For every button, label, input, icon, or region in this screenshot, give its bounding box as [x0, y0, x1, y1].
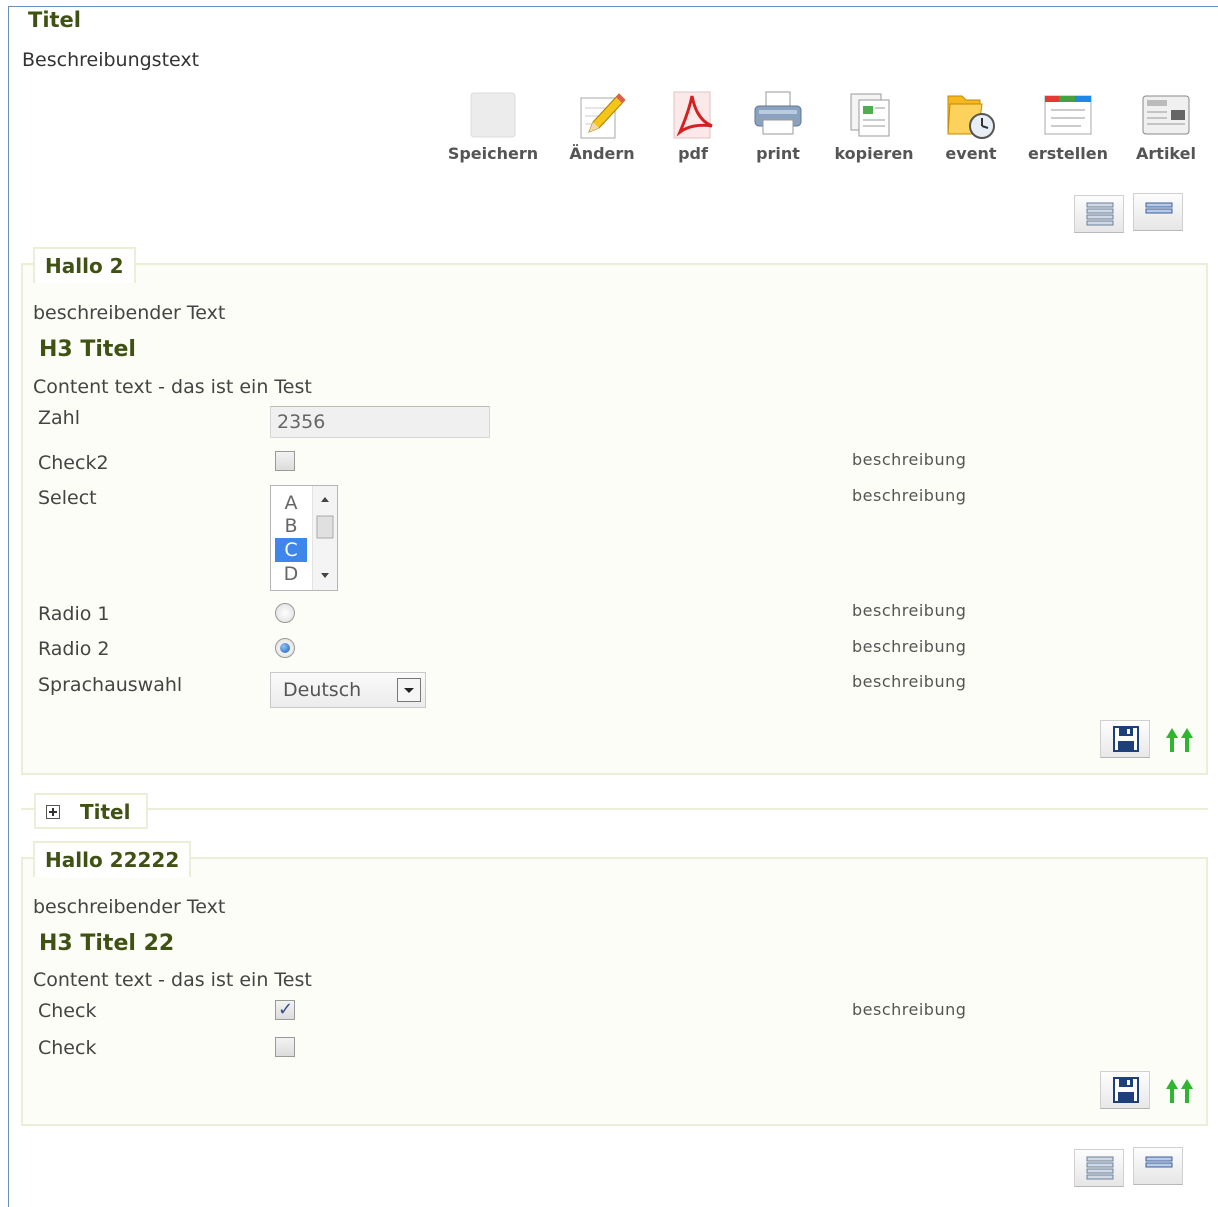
- floppy-disk-icon: [1113, 1077, 1139, 1103]
- select-listbox[interactable]: A B C D: [270, 485, 338, 591]
- checkmark-icon: ✓: [278, 999, 294, 1020]
- copy-documents-icon: [850, 93, 890, 137]
- radio1-label: Radio 1: [38, 603, 110, 625]
- toolbar-label: erstellen: [1028, 144, 1108, 163]
- language-select[interactable]: Deutsch: [270, 672, 426, 708]
- pdf-icon: [673, 91, 713, 139]
- fieldset-legend: Hallo 2: [33, 247, 136, 283]
- floppy-disk-icon: [1113, 726, 1139, 752]
- field-description: beschreibung: [852, 1000, 967, 1019]
- page-description: Beschreibungstext: [22, 49, 200, 71]
- radio1-button[interactable]: [275, 603, 295, 623]
- listbox-option[interactable]: D: [275, 562, 307, 586]
- fieldset-legend: Hallo 22222: [33, 841, 192, 877]
- listbox-option[interactable]: A: [275, 491, 307, 515]
- listbox-option[interactable]: B: [275, 514, 307, 538]
- list-compact-icon: [1145, 1156, 1173, 1168]
- list-expanded-icon: [1086, 202, 1114, 226]
- page-title: Titel: [28, 8, 82, 32]
- listbox-option-selected[interactable]: C: [275, 538, 307, 562]
- collapsed-legend-text: Titel: [80, 800, 131, 824]
- folder-clock-icon: [947, 95, 995, 139]
- toolbar-label: Artikel: [1136, 144, 1196, 163]
- pdf-toolbar-button[interactable]: pdf: [645, 88, 741, 168]
- section-content-text: Content text - das ist ein Test: [33, 376, 312, 398]
- toolbar-label: print: [756, 144, 800, 163]
- printer-icon: [754, 91, 802, 135]
- sprachauswahl-label: Sprachauswahl: [38, 674, 183, 696]
- toolbar-label: Speichern: [447, 144, 539, 163]
- radio2-label: Radio 2: [38, 638, 110, 660]
- collapsed-fieldset-legend[interactable]: Titel: [34, 793, 148, 829]
- toolbar-label: Ändern: [569, 144, 635, 163]
- toolbar-label: pdf: [678, 144, 708, 163]
- section-heading: H3 Titel 22: [39, 931, 175, 956]
- move-up-icon[interactable]: [1165, 726, 1195, 754]
- fieldset-hallo-2: [21, 263, 1208, 775]
- check2-checkbox[interactable]: [275, 451, 295, 471]
- section-save-button[interactable]: [1100, 720, 1150, 758]
- expanded-view-button[interactable]: [1074, 195, 1124, 233]
- radio2-button[interactable]: [275, 638, 295, 658]
- check-label: Check: [38, 1000, 97, 1022]
- zahl-input[interactable]: 2356: [270, 406, 490, 438]
- section-save-button[interactable]: [1100, 1071, 1150, 1109]
- copy-toolbar-button[interactable]: kopieren: [826, 88, 922, 168]
- check-checkbox-checked[interactable]: ✓: [275, 999, 295, 1020]
- create-document-icon: [1044, 95, 1092, 135]
- check-checkbox[interactable]: [275, 1037, 295, 1057]
- list-expanded-icon: [1086, 1156, 1114, 1180]
- toolbar-label: kopieren: [834, 144, 914, 163]
- check-label: Check: [38, 1037, 97, 1059]
- check2-label: Check2: [38, 452, 109, 474]
- event-toolbar-button[interactable]: event: [923, 88, 1019, 168]
- print-toolbar-button[interactable]: print: [730, 88, 826, 168]
- section-heading: H3 Titel: [39, 337, 136, 362]
- field-description: beschreibung: [852, 450, 967, 469]
- section-content-text: Content text - das ist ein Test: [33, 969, 312, 991]
- listbox-scrollbar[interactable]: [312, 486, 337, 590]
- section-description: beschreibender Text: [33, 896, 226, 918]
- compact-view-button[interactable]: [1133, 1147, 1183, 1185]
- field-description: beschreibung: [852, 637, 967, 656]
- select-label: Select: [38, 487, 97, 509]
- chevron-down-icon[interactable]: [397, 678, 421, 702]
- newspaper-icon: [1142, 95, 1190, 135]
- section-description: beschreibender Text: [33, 302, 226, 324]
- save-icon: [470, 92, 516, 138]
- toolbar-label: event: [945, 144, 997, 163]
- expand-plus-icon[interactable]: [46, 805, 60, 819]
- save-toolbar-button[interactable]: Speichern: [445, 88, 541, 168]
- move-up-icon[interactable]: [1165, 1077, 1195, 1105]
- compact-view-button[interactable]: [1133, 193, 1183, 231]
- pencil-edit-icon: [580, 93, 626, 139]
- field-description: beschreibung: [852, 601, 967, 620]
- field-description: beschreibung: [852, 672, 967, 691]
- list-compact-icon: [1145, 202, 1173, 214]
- create-toolbar-button[interactable]: erstellen: [1020, 88, 1116, 168]
- expanded-view-button[interactable]: [1074, 1149, 1124, 1187]
- scrollbar-arrows-icon: [316, 497, 334, 578]
- select-value: Deutsch: [283, 679, 362, 701]
- edit-toolbar-button[interactable]: Ändern: [554, 88, 650, 168]
- field-description: beschreibung: [852, 486, 967, 505]
- zahl-label: Zahl: [38, 407, 80, 429]
- collapsed-fieldset-border: [21, 808, 1208, 810]
- article-toolbar-button[interactable]: Artikel: [1118, 88, 1214, 168]
